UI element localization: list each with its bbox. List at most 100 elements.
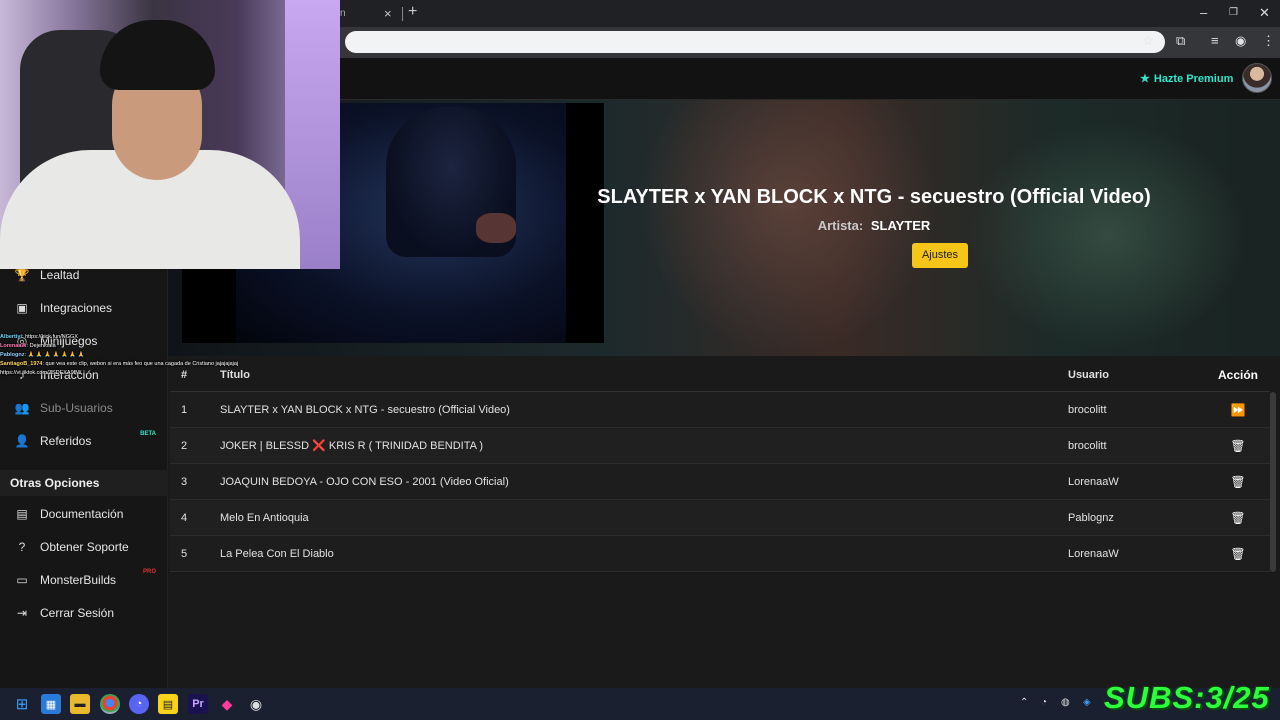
scrollbar[interactable] <box>1270 392 1276 572</box>
obs-icon[interactable]: ◉ <box>246 694 266 714</box>
close-window-button[interactable]: ✕ <box>1259 5 1270 21</box>
tab-close-button[interactable]: × <box>384 6 392 21</box>
table-row: 3 JOAQUIN BEDOYA - OJO CON ESO - 2001 (Vi… <box>170 464 1270 500</box>
premium-label: Hazte Premium <box>1153 73 1234 85</box>
network-icon[interactable]: ◈ <box>1083 697 1091 708</box>
sidebar-item-label: Lealtad <box>40 268 80 282</box>
chat-message: LorenaaW: Dejenloala <box>0 342 240 351</box>
sidebar-item-sub-usuarios[interactable]: 👥 Sub-Usuarios <box>0 394 168 422</box>
new-tab-button[interactable]: + <box>408 3 417 21</box>
skip-icon: ⏩ <box>1230 402 1246 417</box>
row-title: JOKER | BLESSD ❌ KRIS R ( TRINIDAD BENDI… <box>220 440 484 452</box>
chevron-up-icon[interactable]: ⌃ <box>1020 697 1028 708</box>
row-user: brocolitt <box>1068 439 1107 452</box>
trash-icon: 🗑 <box>1230 510 1246 525</box>
discord-icon[interactable]: ◔ <box>129 694 149 714</box>
sidebar-item-label: MonsterBuilds <box>40 573 117 587</box>
chat-username: Albertiyi <box>0 334 23 340</box>
chat-username: Pablognz <box>0 352 25 358</box>
sidebar-item-label: Integraciones <box>40 301 113 315</box>
sidebar-item-referidos[interactable]: 👤 Referidos BETA <box>0 427 168 455</box>
premiere-pro-icon[interactable]: Pr <box>188 694 208 714</box>
sidebar-item-soporte[interactable]: ? Obtener Soporte <box>0 533 168 561</box>
banner-background <box>968 120 1248 350</box>
sidebar-item-monsterbuilds[interactable]: ▭ MonsterBuilds PRO <box>0 566 168 594</box>
trophy-icon: 🏆 <box>14 268 30 282</box>
tab-separator <box>402 7 403 21</box>
chat-message: Pablognz: 🙏 🙏 🙏 🙏 🙏 🙏 🙏 <box>0 351 240 360</box>
webcam-person-hair <box>100 20 215 90</box>
trash-icon: 🗑 <box>1230 474 1246 489</box>
extensions-icon[interactable]: ⧉ <box>1176 33 1185 49</box>
subs-counter: SUBS:3/25 <box>1104 680 1270 715</box>
delete-button[interactable]: 🗑 <box>1220 500 1256 535</box>
row-number: 3 <box>181 475 188 488</box>
premium-button[interactable]: ★ Hazte Premium <box>1140 72 1233 85</box>
integration-icon: ▣ <box>16 301 28 315</box>
sidebar-item-cerrar-sesion[interactable]: ⇥ Cerrar Sesión <box>0 599 168 627</box>
chat-text: : Dejenloala <box>26 343 56 349</box>
users-icon: 👥 <box>14 401 30 415</box>
sidebar-item-label: Referidos <box>40 434 92 448</box>
row-title: Melo En Antioquia <box>220 511 309 524</box>
artist-name: SLAYTER <box>870 218 931 233</box>
sidebar-item-label: Obtener Soporte <box>40 540 129 554</box>
artist-label: Artista: <box>817 218 864 233</box>
profile-icon[interactable]: ◉ <box>1235 33 1246 49</box>
row-user: Pablognz <box>1068 511 1114 524</box>
row-title: La Pelea Con El Diablo <box>220 547 334 560</box>
chrome-icon[interactable] <box>100 694 120 714</box>
row-number: 5 <box>181 547 188 560</box>
delete-button[interactable]: 🗑 <box>1220 536 1256 571</box>
table-row: 4 Melo En Antioquia Pablognz 🗑 <box>170 500 1270 536</box>
delete-button[interactable]: 🗑 <box>1220 428 1256 463</box>
discord-tray-icon[interactable]: ◔ <box>1041 697 1047 708</box>
photos-icon[interactable]: ▦ <box>41 694 61 714</box>
row-user: LorenaaW <box>1068 547 1119 560</box>
trash-icon: 🗑 <box>1230 438 1246 453</box>
windows-start-icon[interactable]: ⊞ <box>12 694 32 714</box>
column-header-action: Acción <box>1217 367 1258 382</box>
file-explorer-icon[interactable]: ▬ <box>70 694 90 714</box>
sidebar-item-label: Documentación <box>40 507 124 521</box>
section-title-otras-opciones: Otras Opciones <box>0 470 168 496</box>
row-number: 4 <box>181 511 188 524</box>
pro-badge: PRO <box>142 569 156 575</box>
steam-icon[interactable]: ◍ <box>1061 697 1070 708</box>
help-icon: ? <box>18 540 26 554</box>
queue-table: # Título Usuario Acción 1 SLAYTER x YAN B… <box>170 358 1270 572</box>
address-bar[interactable] <box>345 31 1165 53</box>
star-icon[interactable]: ☆ <box>1142 33 1154 49</box>
table-body: 1 SLAYTER x YAN BLOCK x NTG - secuestro (… <box>170 392 1270 572</box>
chat-text: : 🙏 🙏 🙏 🙏 🙏 🙏 🙏 <box>24 352 85 358</box>
trash-icon: 🗑 <box>1230 546 1246 561</box>
stream-chat-overlay: Albertiyi: https://kick.fun/NGGX LorenaaW… <box>0 333 240 378</box>
minimize-button[interactable]: – <box>1200 5 1207 20</box>
sidebar-item-documentacion[interactable]: ▤ Documentación <box>0 500 168 528</box>
app-pink-icon[interactable]: ◆ <box>217 694 237 714</box>
sticky-notes-icon[interactable]: ▤ <box>158 694 178 714</box>
chat-message: SantiagoB_1974: que vea este clip, webon… <box>0 360 240 378</box>
menu-icon[interactable]: ⋮ <box>1262 33 1275 49</box>
chat-username: SantiagoB_1974 <box>0 361 43 367</box>
table-row: 5 La Pelea Con El Diablo LorenaaW 🗑 <box>170 536 1270 572</box>
settings-button[interactable]: Ajustes <box>912 243 968 268</box>
chat-username: LorenaaW <box>0 343 27 349</box>
avatar[interactable] <box>1242 63 1272 93</box>
row-user: LorenaaW <box>1068 475 1119 488</box>
webcam-overlay <box>0 0 340 269</box>
column-header-user: Usuario <box>1068 368 1109 381</box>
row-number: 2 <box>181 439 188 452</box>
restore-button[interactable]: ❐ <box>1229 7 1238 18</box>
delete-button[interactable]: 🗑 <box>1220 464 1256 499</box>
chat-text: : https://kick.fun/NGGX <box>22 334 78 340</box>
star-icon: ★ <box>1140 73 1150 85</box>
row-number: 1 <box>181 403 188 416</box>
media-icon[interactable]: ≡ <box>1211 33 1219 48</box>
book-icon: ▤ <box>16 507 28 521</box>
skip-button[interactable]: ⏩ <box>1220 392 1256 427</box>
sidebar-item-label: Cerrar Sesión <box>40 606 115 620</box>
table-row: 1 SLAYTER x YAN BLOCK x NTG - secuestro (… <box>170 392 1270 428</box>
sidebar-item-integraciones[interactable]: ▣ Integraciones <box>0 294 168 322</box>
tab-title-fragment[interactable]: n <box>340 8 346 19</box>
